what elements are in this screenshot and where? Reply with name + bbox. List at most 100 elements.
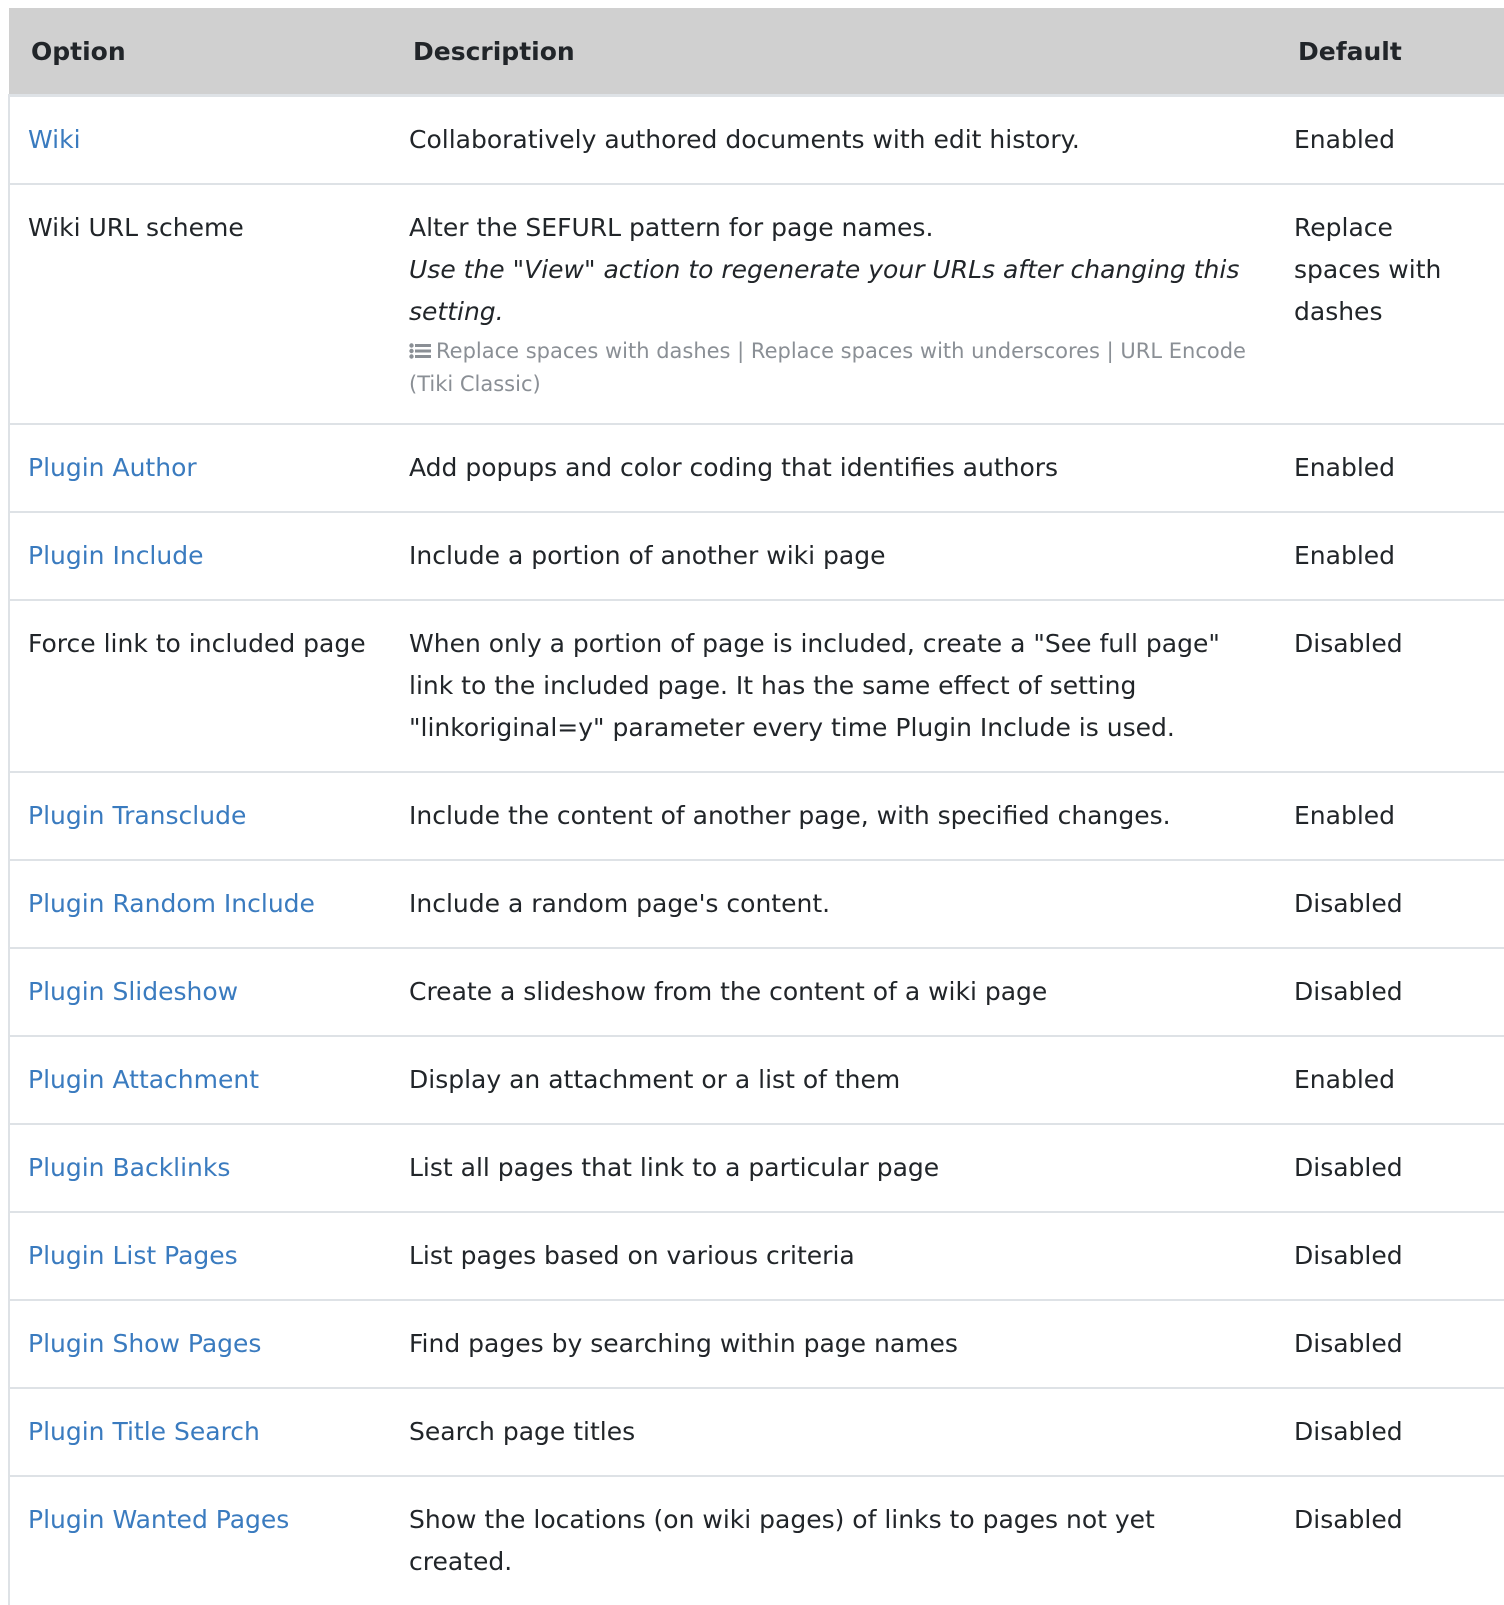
option-link[interactable]: Plugin Attachment xyxy=(28,1065,259,1094)
default-value: Disabled xyxy=(1294,977,1403,1006)
default-value: Disabled xyxy=(1294,1505,1403,1534)
table-row: Wiki Collaboratively authored documents w… xyxy=(8,95,1504,185)
option-link[interactable]: Wiki xyxy=(28,125,81,154)
option-link[interactable]: Plugin Wanted Pages xyxy=(28,1505,289,1534)
description-text: Alter the SEFURL pattern for page names. xyxy=(409,213,934,242)
default-value: Enabled xyxy=(1294,541,1396,570)
description-text: Display an attachment or a list of them xyxy=(409,1065,901,1094)
option-link[interactable]: Plugin Slideshow xyxy=(28,977,238,1006)
default-cell: Enabled xyxy=(1268,512,1504,601)
option-link[interactable]: Plugin Show Pages xyxy=(28,1329,261,1358)
header-description: Description xyxy=(391,8,1268,97)
default-value: Disabled xyxy=(1294,889,1403,918)
default-value: Disabled xyxy=(1294,629,1403,658)
option-cell: Force link to included page xyxy=(8,600,391,773)
option-link[interactable]: Plugin List Pages xyxy=(28,1241,238,1270)
option-link[interactable]: Plugin Backlinks xyxy=(28,1153,230,1182)
description-text: Search page titles xyxy=(409,1417,636,1446)
default-cell: Enabled xyxy=(1268,772,1504,861)
table-row: Plugin Author Add popups and color coding… xyxy=(8,424,1504,513)
header-option: Option xyxy=(9,8,391,97)
table-row: Plugin Attachment Display an attachment o… xyxy=(8,1036,1504,1125)
option-cell: Plugin Transclude xyxy=(8,772,391,861)
description-text: List pages based on various criteria xyxy=(409,1241,855,1270)
option-link[interactable]: Plugin Title Search xyxy=(28,1417,260,1446)
default-cell: Disabled xyxy=(1268,1124,1504,1213)
option-cell: Plugin Random Include xyxy=(8,860,391,949)
table-row: Plugin Backlinks List all pages that link… xyxy=(8,1124,1504,1213)
description-cell: Include a random page's content. xyxy=(391,860,1268,949)
option-cell: Plugin Backlinks xyxy=(8,1124,391,1213)
default-cell: Disabled xyxy=(1268,1476,1504,1605)
table-row: Plugin Slideshow Create a slideshow from … xyxy=(8,948,1504,1037)
default-cell: Disabled xyxy=(1268,860,1504,949)
default-cell: Enabled xyxy=(1268,95,1504,185)
default-cell: Disabled xyxy=(1268,600,1504,773)
table-row: Plugin Show Pages Find pages by searching… xyxy=(8,1300,1504,1389)
description-text: Create a slideshow from the content of a… xyxy=(409,977,1048,1006)
option-cell: Plugin Attachment xyxy=(8,1036,391,1125)
description-cell: Alter the SEFURL pattern for page names.… xyxy=(391,184,1268,425)
table-row: Plugin Transclude Include the content of … xyxy=(8,772,1504,861)
default-value: Enabled xyxy=(1294,801,1396,830)
description-note: Use the "View" action to regenerate your… xyxy=(409,255,1240,326)
option-cell: Wiki URL scheme xyxy=(8,184,391,425)
default-value: Enabled xyxy=(1294,125,1396,154)
description-text: Find pages by searching within page name… xyxy=(409,1329,958,1358)
option-link[interactable]: Plugin Transclude xyxy=(28,801,246,830)
default-cell: Enabled xyxy=(1268,424,1504,513)
default-value: Replace spaces with dashes xyxy=(1294,213,1442,326)
description-cell: List pages based on various criteria xyxy=(391,1212,1268,1301)
table-row: Force link to included page When only a p… xyxy=(8,600,1504,773)
option-cell: Plugin Author xyxy=(8,424,391,513)
table-row: Plugin List Pages List pages based on var… xyxy=(8,1212,1504,1301)
description-text: Include the content of another page, wit… xyxy=(409,801,1171,830)
description-text: Add popups and color coding that identif… xyxy=(409,453,1059,482)
default-cell: Enabled xyxy=(1268,1036,1504,1125)
description-cell: Add popups and color coding that identif… xyxy=(391,424,1268,513)
table-row: Plugin Wanted Pages Show the locations (o… xyxy=(8,1476,1504,1605)
table-row: Plugin Random Include Include a random pa… xyxy=(8,860,1504,949)
option-cell: Plugin List Pages xyxy=(8,1212,391,1301)
default-value: Disabled xyxy=(1294,1417,1403,1446)
description-text: Include a portion of another wiki page xyxy=(409,541,886,570)
description-cell: Show the locations (on wiki pages) of li… xyxy=(391,1476,1268,1605)
default-cell: Replace spaces with dashes xyxy=(1268,184,1504,425)
table-header-row: Option Description Default xyxy=(9,8,1504,97)
option-link[interactable]: Plugin Author xyxy=(28,453,197,482)
description-text: Show the locations (on wiki pages) of li… xyxy=(409,1505,1155,1576)
description-cell: Include a portion of another wiki page xyxy=(391,512,1268,601)
default-value: Disabled xyxy=(1294,1153,1403,1182)
default-cell: Disabled xyxy=(1268,1300,1504,1389)
description-cell: Collaboratively authored documents with … xyxy=(391,95,1268,185)
default-value: Disabled xyxy=(1294,1329,1403,1358)
header-default: Default xyxy=(1268,8,1504,97)
option-cell: Wiki xyxy=(8,95,391,185)
table-row: Plugin Title Search Search page titles Dis… xyxy=(8,1388,1504,1477)
description-cell: Search page titles xyxy=(391,1388,1268,1477)
option-cell: Plugin Include xyxy=(8,512,391,601)
option-label: Wiki URL scheme xyxy=(28,213,244,242)
option-cell: Plugin Show Pages xyxy=(8,1300,391,1389)
default-cell: Disabled xyxy=(1268,948,1504,1037)
description-cell: Include the content of another page, wit… xyxy=(391,772,1268,861)
description-cell: List all pages that link to a particular… xyxy=(391,1124,1268,1213)
option-label: Force link to included page xyxy=(28,629,366,658)
option-choices: Replace spaces with dashes | Replace spa… xyxy=(409,335,1250,401)
option-cell: Plugin Wanted Pages xyxy=(8,1476,391,1605)
option-link[interactable]: Plugin Include xyxy=(28,541,203,570)
description-cell: Create a slideshow from the content of a… xyxy=(391,948,1268,1037)
description-cell: Display an attachment or a list of them xyxy=(391,1036,1268,1125)
description-text: Collaboratively authored documents with … xyxy=(409,125,1080,154)
default-value: Enabled xyxy=(1294,1065,1396,1094)
description-text: Include a random page's content. xyxy=(409,889,831,918)
choices-text: Replace spaces with dashes | Replace spa… xyxy=(409,339,1246,396)
description-text: When only a portion of page is included,… xyxy=(409,629,1220,742)
default-value: Enabled xyxy=(1294,453,1396,482)
default-cell: Disabled xyxy=(1268,1212,1504,1301)
preferences-table: Option Description Default Wiki Collabora… xyxy=(8,8,1504,1605)
option-cell: Plugin Title Search xyxy=(8,1388,391,1477)
table-row: Plugin Include Include a portion of anoth… xyxy=(8,512,1504,601)
option-link[interactable]: Plugin Random Include xyxy=(28,889,315,918)
description-cell: When only a portion of page is included,… xyxy=(391,600,1268,773)
